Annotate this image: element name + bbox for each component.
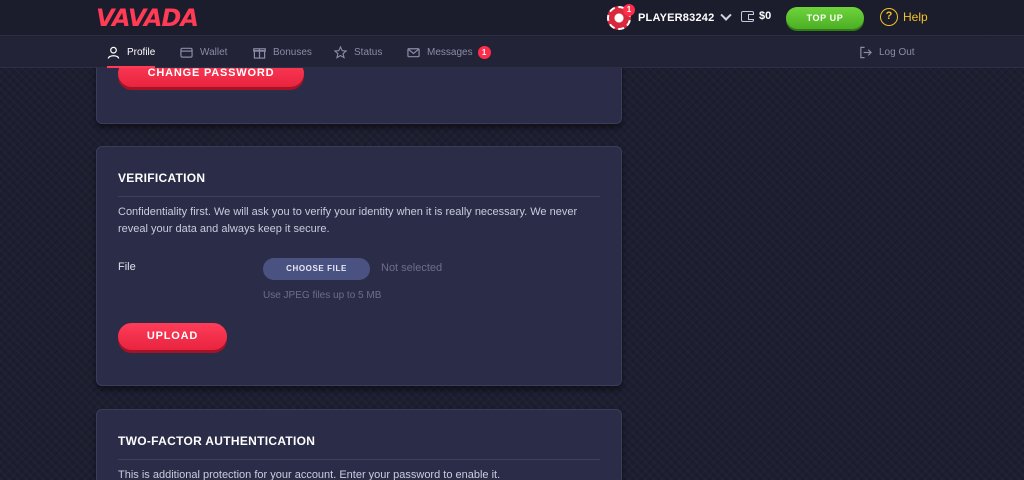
two-factor-description: This is additional protection for your a… [118,469,501,480]
help-link[interactable]: ? Help [880,8,928,26]
user-icon [107,46,120,59]
logout-label: Log Out [879,47,915,58]
avatar[interactable]: 1 [607,4,635,30]
balance-amount: $0 [759,10,772,22]
gift-icon [253,46,266,59]
top-up-button[interactable]: TOP UP [786,7,864,29]
envelope-icon [407,46,420,59]
file-label: File [118,261,136,273]
logout-icon [859,46,872,59]
two-factor-title: TWO-FACTOR AUTHENTICATION [118,434,316,448]
two-factor-card: TWO-FACTOR AUTHENTICATION This is additi… [96,409,622,480]
choose-file-button[interactable]: CHOOSE FILE [263,258,370,280]
messages-badge: 1 [477,46,491,59]
user-menu[interactable]: 1 PLAYER83242 [607,4,733,31]
notification-badge: 1 [623,4,635,16]
tab-label: Status [354,47,383,58]
star-icon [334,46,347,59]
tab-profile[interactable]: Profile [107,37,156,68]
wallet-icon [741,10,754,22]
upload-button[interactable]: UPLOAD [118,323,227,350]
help-label: Help [903,10,928,24]
logout-link[interactable]: Log Out [859,37,915,68]
file-status: Not selected [381,262,443,274]
balance-display[interactable]: $0 [741,10,771,22]
tab-label: Messages [427,47,473,58]
verification-card: VERIFICATION Confidentiality first. We w… [96,146,622,386]
tab-status[interactable]: Status [334,37,382,68]
chevron-down-icon[interactable] [720,9,733,21]
profile-nav: Profile Wallet Bonuses Status Messages 1… [0,37,1024,68]
tab-label: Bonuses [273,47,312,58]
wallet-icon [180,46,193,59]
file-hint: Use JPEG files up to 5 MB [263,290,382,301]
username[interactable]: PLAYER83242 [638,12,714,24]
verification-description: Confidentiality first. We will ask you t… [118,206,578,235]
top-header: VAVADA 1 PLAYER83242 $0 TOP UP ? Help [0,0,1024,36]
tab-messages[interactable]: Messages 1 [407,37,491,68]
divider [118,459,600,460]
verification-title: VERIFICATION [118,171,206,185]
tab-bonuses[interactable]: Bonuses [253,37,312,68]
tab-label: Profile [127,47,156,58]
tab-wallet[interactable]: Wallet [180,37,227,68]
brand-logo[interactable]: VAVADA [96,5,199,31]
divider [118,196,600,197]
tab-label: Wallet [200,47,228,58]
question-icon: ? [880,8,898,26]
